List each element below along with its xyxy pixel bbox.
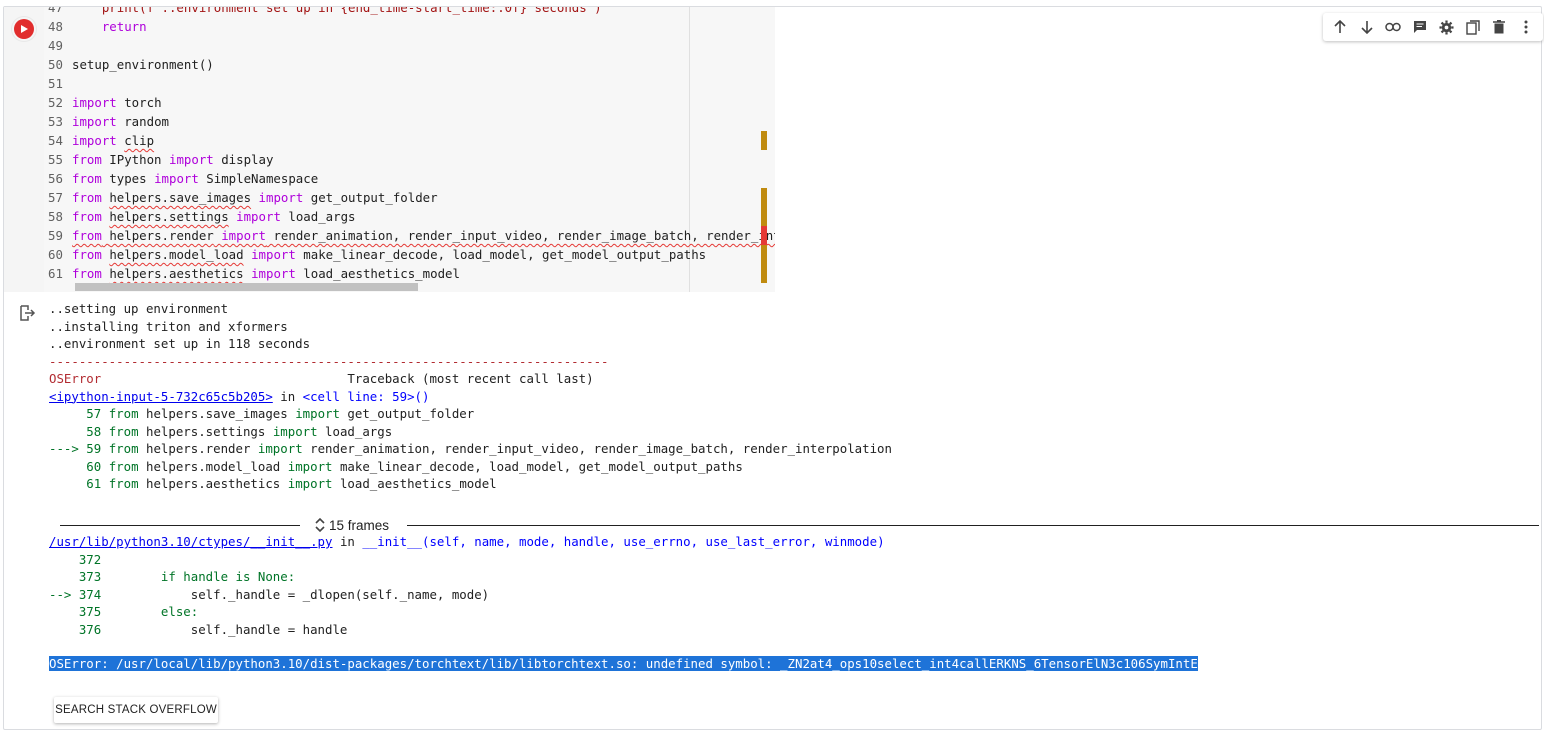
horizontal-scrollbar[interactable] <box>75 283 418 291</box>
traceback-line: 375 else: <box>49 604 199 619</box>
arrow-up-icon[interactable] <box>1330 17 1350 37</box>
comment-icon[interactable] <box>1410 17 1430 37</box>
frames-toggle[interactable]: 15 frames <box>315 517 389 533</box>
frames-label-text: 15 frames <box>329 517 390 533</box>
code-line-59: 59 from helpers.render import render_anim… <box>48 228 775 243</box>
traceback-frame-2: /usr/lib/python3.10/ctypes/__init__.py i… <box>49 534 885 549</box>
final-error-message[interactable]: OSError: /usr/local/lib/python3.10/dist-… <box>49 655 1198 673</box>
traceback-line: 57 from helpers.save_images import get_o… <box>49 406 475 421</box>
code-line-58: 58 from helpers.settings import load_args <box>48 209 356 224</box>
code-line-56: 56 from types import SimpleNamespace <box>48 171 319 186</box>
code-line-61: 61 from helpers.aesthetics import load_ae… <box>48 266 460 281</box>
play-icon <box>21 25 28 33</box>
code-line-53: 53 import random <box>48 114 169 129</box>
frames-rule-left <box>60 525 300 526</box>
traceback-line: 376 self._handle = handle <box>49 621 348 637</box>
stdout-line: ..setting up environment <box>49 301 229 316</box>
traceback-separator: ----------------------------------------… <box>49 353 609 369</box>
code-line-48: 48 return <box>48 19 147 34</box>
code-line-60: 60 from helpers.model_load import make_li… <box>48 247 707 262</box>
gear-icon[interactable] <box>1436 17 1456 37</box>
error-marker <box>761 226 767 245</box>
code-editor[interactable]: 47 print(f'..environment set up in {end_… <box>44 7 775 292</box>
trash-icon[interactable] <box>1489 17 1509 37</box>
unfold-icon <box>315 517 325 533</box>
traceback-header: OSError Traceback (most recent call last… <box>49 371 594 386</box>
traceback-line: 61 from helpers.aesthetics import load_a… <box>49 476 497 491</box>
link-icon[interactable] <box>1383 17 1403 37</box>
code-line-51: 51 <box>48 76 63 91</box>
code-line-55: 55 from IPython import display <box>48 152 274 167</box>
code-line-57: 57 from helpers.save_images import get_ou… <box>48 190 438 205</box>
warning-marker <box>761 131 767 150</box>
ctypes-file-link[interactable]: /usr/lib/python3.10/ctypes/__init__.py <box>49 534 332 549</box>
more-vert-icon[interactable] <box>1516 17 1536 37</box>
code-line-54: 54 import clip <box>48 133 155 148</box>
traceback-line: 60 from helpers.model_load import make_l… <box>49 458 743 474</box>
cell-toolbar <box>1323 13 1543 41</box>
search-stack-overflow-button[interactable]: SEARCH STACK OVERFLOW <box>54 697 218 723</box>
traceback-line: 58 from helpers.settings import load_arg… <box>49 423 393 439</box>
stdout-line: ..installing triton and xformers <box>49 318 288 334</box>
mirror-cell-icon[interactable] <box>1463 17 1483 37</box>
code-cell: 47 print(f'..environment set up in {end_… <box>3 6 1543 730</box>
traceback-line-current: --> 374 self._handle = _dlopen(self._nam… <box>49 586 490 602</box>
traceback-line: 372 <box>49 551 102 567</box>
selected-text[interactable]: OSError: /usr/local/lib/python3.10/dist-… <box>49 656 1198 671</box>
traceback-line-current: ---> 59 from helpers.render import rende… <box>49 441 892 456</box>
code-line-52: 52 import torch <box>48 95 162 110</box>
code-line-49: 49 <box>48 38 63 53</box>
traceback-frame-1: <ipython-input-5-732c65c5b205> in <cell … <box>49 388 430 404</box>
output-icon[interactable] <box>18 304 38 324</box>
traceback-line: 373 if handle is None: <box>49 569 296 584</box>
code-line-50: 50 setup_environment() <box>48 57 214 72</box>
ipython-input-link[interactable]: <ipython-input-5-732c65c5b205> <box>49 389 273 404</box>
code-line-47: 47 print(f'..environment set up in {end_… <box>48 7 602 15</box>
stdout-line: ..environment set up in 118 seconds <box>49 336 311 351</box>
cell-gutter <box>4 7 44 292</box>
run-cell-button[interactable] <box>14 19 34 39</box>
frames-rule-right <box>407 525 1539 526</box>
arrow-down-icon[interactable] <box>1357 17 1377 37</box>
